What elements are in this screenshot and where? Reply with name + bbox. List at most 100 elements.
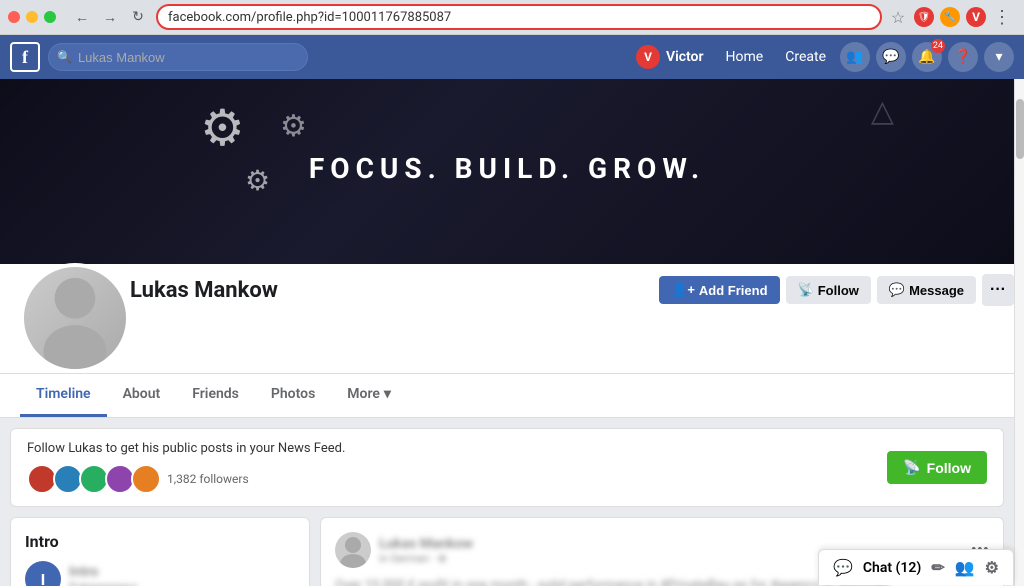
browser-btn-yellow[interactable]: [26, 11, 38, 23]
gear-icon-medium: ⚙: [280, 109, 307, 144]
tab-about[interactable]: About: [107, 374, 177, 417]
follow-banner-text: Follow Lukas to get his public posts in …: [27, 441, 345, 456]
nav-help-icon[interactable]: ❓: [948, 42, 978, 72]
chat-label: Chat (12): [863, 560, 921, 576]
facebook-nav: V Victor Home Create 👥 💬 🔔 24 ❓ ▾: [308, 41, 1014, 73]
url-text: facebook.com/profile.php?id=100011767885…: [168, 10, 451, 25]
browser-addressbar-wrap: facebook.com/profile.php?id=100011767885…: [156, 4, 882, 30]
intro-avatar: I: [25, 561, 61, 586]
nav-notifications-icon[interactable]: 🔔 24: [912, 42, 942, 72]
follow-banner-label: Follow: [927, 460, 971, 476]
follow-banner: Follow Lukas to get his public posts in …: [10, 428, 1004, 507]
browser-menu-icon[interactable]: ⋮: [992, 7, 1012, 27]
nav-home[interactable]: Home: [718, 45, 772, 69]
add-friend-label: Add Friend: [699, 283, 768, 298]
browser-titlebar: ← → ↻ facebook.com/profile.php?id=100011…: [0, 0, 1024, 34]
add-friend-icon: 👤+: [671, 282, 695, 298]
intro-name: Intro: [69, 564, 137, 580]
tab-about-label: About: [123, 386, 161, 402]
profile-avatar: [20, 263, 130, 373]
triangle-decoration: △: [871, 94, 894, 129]
fb-content: ⚙ ⚙ ⚙ △ FOCUS. BUILD. GROW. Lukas Mankow: [0, 79, 1014, 586]
profile-actions: 👤+ Add Friend 📡 Follow 💬 Message ···: [659, 274, 1014, 306]
follow-avatars: [27, 464, 161, 494]
add-friend-button[interactable]: 👤+ Add Friend: [659, 276, 779, 304]
nav-messenger-icon[interactable]: 💬: [876, 42, 906, 72]
browser-btn-green[interactable]: [44, 11, 56, 23]
intro-title: Intro: [25, 532, 295, 551]
chevron-down-icon: ▾: [384, 386, 391, 402]
intro-card: Intro I Intro Entrepreneur Unternehmer, …: [10, 517, 310, 586]
forward-button[interactable]: →: [98, 5, 122, 29]
intro-header: I Intro Entrepreneur: [25, 561, 295, 586]
nav-create[interactable]: Create: [777, 45, 834, 69]
gear-icon-small: ⚙: [245, 164, 270, 197]
bookmark-icon[interactable]: ☆: [888, 7, 908, 27]
tab-timeline[interactable]: Timeline: [20, 374, 107, 417]
nav-username: Victor: [666, 49, 704, 65]
message-button[interactable]: 💬 Message: [877, 276, 976, 304]
follow-button[interactable]: 📡 Follow: [786, 276, 871, 304]
follow-label: Follow: [818, 283, 859, 298]
more-button[interactable]: ···: [982, 274, 1014, 306]
profile-name-area: Lukas Mankow 👤+ Add Friend 📡 Follow 💬 Me…: [130, 264, 1014, 306]
tab-timeline-label: Timeline: [36, 386, 91, 402]
scrollbar-thumb[interactable]: [1016, 99, 1024, 159]
chat-people-icon[interactable]: 👥: [955, 558, 975, 577]
browser-btn-red[interactable]: [8, 11, 20, 23]
browser-chrome: ← → ↻ facebook.com/profile.php?id=100011…: [0, 0, 1024, 35]
gear-icon-large: ⚙: [200, 99, 245, 158]
chat-icon: 💬: [833, 558, 853, 577]
follow-avatars-row: 1,382 followers: [27, 464, 345, 494]
scrollbar[interactable]: [1014, 79, 1024, 586]
tab-photos-label: Photos: [271, 386, 315, 402]
ext1-icon[interactable]: 🛡: [914, 7, 934, 27]
tab-friends-label: Friends: [192, 386, 239, 402]
chat-bar[interactable]: 💬 Chat (12) ✏ 👥 ⚙: [818, 549, 1014, 585]
back-button[interactable]: ←: [70, 5, 94, 29]
profile-cover: ⚙ ⚙ ⚙ △ FOCUS. BUILD. GROW.: [0, 79, 1014, 264]
main-content: ⚙ ⚙ ⚙ △ FOCUS. BUILD. GROW. Lukas Mankow: [0, 79, 1024, 586]
ext2-icon[interactable]: 🔧: [940, 7, 960, 27]
message-icon: 💬: [889, 282, 905, 298]
profile-tabs: Timeline About Friends Photos More ▾: [0, 374, 1014, 418]
follow-banner-button[interactable]: 📡 Follow: [887, 451, 987, 484]
facebook-logo[interactable]: f: [10, 42, 40, 72]
nav-user[interactable]: V Victor: [628, 41, 712, 73]
browser-icons-right: ☆ 🛡 🔧 V ⋮: [888, 7, 1012, 27]
tab-friends[interactable]: Friends: [176, 374, 255, 417]
facebook-search[interactable]: 🔍: [48, 43, 308, 71]
notification-badge: 24: [931, 39, 945, 53]
profile-name: Lukas Mankow: [130, 278, 278, 303]
post-author-meta: in German · ⊕: [379, 552, 473, 565]
intro-subtitle: Entrepreneur: [69, 580, 137, 586]
message-label: Message: [909, 283, 964, 298]
chat-bar-icons: ✏ 👥 ⚙: [931, 558, 999, 577]
avatar-placeholder: [24, 267, 126, 369]
follow-banner-rss-icon: 📡: [903, 459, 920, 476]
tab-more-label: More: [347, 386, 380, 402]
post-user: Lukas Mankow in German · ⊕: [335, 532, 473, 568]
tab-photos[interactable]: Photos: [255, 374, 331, 417]
rss-icon: 📡: [798, 282, 814, 298]
search-icon: 🔍: [57, 50, 72, 64]
nav-avatar: V: [636, 45, 660, 69]
reload-button[interactable]: ↻: [126, 5, 150, 29]
cover-tagline: FOCUS. BUILD. GROW.: [309, 152, 705, 185]
facebook-header: f 🔍 V Victor Home Create 👥 💬 🔔 24 ❓ ▾: [0, 35, 1024, 79]
profile-info-bar: Lukas Mankow 👤+ Add Friend 📡 Follow 💬 Me…: [0, 264, 1014, 374]
post-avatar: [335, 532, 371, 568]
browser-nav: ← → ↻: [70, 5, 150, 29]
user-avatar-icon[interactable]: V: [966, 7, 986, 27]
nav-people-icon[interactable]: 👥: [840, 42, 870, 72]
post-author-name: Lukas Mankow: [379, 536, 473, 552]
follower-avatar-5: [131, 464, 161, 494]
chat-settings-icon[interactable]: ⚙: [985, 558, 999, 577]
follow-banner-left: Follow Lukas to get his public posts in …: [27, 441, 345, 494]
nav-chevron-icon[interactable]: ▾: [984, 42, 1014, 72]
followers-count: 1,382 followers: [167, 472, 249, 486]
search-input[interactable]: [78, 50, 258, 65]
chat-edit-icon[interactable]: ✏: [931, 558, 944, 577]
tab-more[interactable]: More ▾: [331, 374, 407, 417]
address-bar[interactable]: facebook.com/profile.php?id=100011767885…: [156, 4, 882, 30]
